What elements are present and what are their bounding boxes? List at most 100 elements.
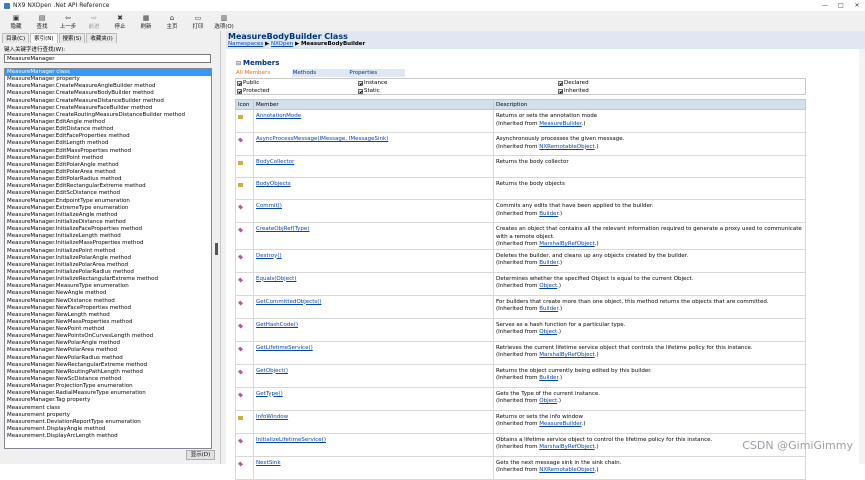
show-button[interactable]: 显示(D)	[186, 450, 215, 460]
member-link[interactable]: CreateObjRef(Type)	[256, 226, 309, 232]
list-item[interactable]: MeasureManager.NewScDistance method	[5, 376, 211, 383]
list-item[interactable]: MeasureManager.NewFaceProperties method	[5, 305, 211, 312]
close-icon[interactable]: ✕	[849, 0, 865, 11]
list-item[interactable]: MeasureManager class	[5, 69, 211, 77]
inherited-from-link[interactable]: MarshalByRefObject	[539, 444, 594, 450]
tab-methods[interactable]: Methods	[291, 69, 349, 77]
inherited-from-link[interactable]: Builder	[539, 211, 558, 217]
list-item[interactable]: MeasureManager.NewAngle method	[5, 290, 211, 297]
list-item[interactable]: MeasureManager.EditPolarAngle method	[5, 162, 211, 169]
list-item[interactable]: MeasureManager.ProjectionType enumeratio…	[5, 383, 211, 390]
checkbox-checked-icon[interactable]	[237, 88, 242, 94]
tab-index[interactable]: 索引(N)	[30, 33, 58, 43]
list-item[interactable]: MeasureManager.NewPoint method	[5, 326, 211, 333]
list-item[interactable]: MeasureManager.EditDistance method	[5, 126, 211, 133]
inherited-from-link[interactable]: Builder	[539, 260, 558, 266]
inherited-from-link[interactable]: Object	[539, 283, 557, 289]
maximize-icon[interactable]: □	[833, 0, 849, 11]
list-item[interactable]: MeasureManager.NewPointsOnCurvesLength m…	[5, 333, 211, 340]
list-item[interactable]: Measurement.DeviationReportType enumerat…	[5, 419, 211, 426]
list-item[interactable]: MeasureManager.CreateRoutingMeasureDista…	[5, 112, 211, 119]
member-link[interactable]: Destroy()	[256, 253, 282, 259]
toolbar-button-0[interactable]: ▣ 隐藏	[3, 12, 29, 31]
list-item[interactable]: MeasureManager.InitializeFaceProperties …	[5, 226, 211, 233]
member-link[interactable]: BodyObjects	[256, 181, 291, 187]
list-item[interactable]: MeasureManager.InitializeLength method	[5, 233, 211, 240]
inherited-from-link[interactable]: Object	[539, 329, 557, 335]
list-item[interactable]: MeasureManager.CreateMeasureFaceBuilder …	[5, 105, 211, 112]
list-item[interactable]: MeasureManager.NewPolarArea method	[5, 347, 211, 354]
list-item[interactable]: Measurement class	[5, 405, 211, 412]
list-item[interactable]: MeasureManager.EditPolarRadius method	[5, 176, 211, 183]
toolbar-button-1[interactable]: ▤ 查找	[29, 12, 55, 31]
toolbar-button-3[interactable]: ⇨ 前进	[81, 12, 107, 31]
index-list[interactable]: MeasureManager class MeasureManager prope…	[4, 68, 212, 449]
toolbar-button-8[interactable]: ▥ 选项(O)	[211, 12, 237, 31]
inherited-from-link[interactable]: MeasureBuilder	[539, 121, 581, 127]
filter-declared[interactable]: Declared	[558, 80, 589, 86]
list-item[interactable]: MeasureManager.InitializeAngle method	[5, 212, 211, 219]
inherited-from-link[interactable]: MeasureBuilder	[539, 421, 581, 427]
tab-all-members[interactable]: All Members	[235, 69, 292, 77]
list-item[interactable]: MeasureManager.InitializePolarRadius met…	[5, 269, 211, 276]
filter-static[interactable]: Static	[358, 88, 380, 94]
toolbar-button-4[interactable]: ✖ 停止	[107, 12, 133, 31]
breadcrumb-nxopen[interactable]: NXOpen	[271, 41, 293, 47]
list-item[interactable]: MeasureManager.EditPoint method	[5, 155, 211, 162]
member-link[interactable]: GetHashCode()	[256, 322, 298, 328]
tab-search[interactable]: 搜索(S)	[58, 33, 86, 43]
inherited-from-link[interactable]: NXRemotableObject	[539, 467, 594, 473]
list-item[interactable]: MeasureManager.NewRectangularExtreme met…	[5, 362, 211, 369]
checkbox-checked-icon[interactable]	[358, 80, 363, 86]
inherited-from-link[interactable]: Builder	[539, 375, 558, 381]
list-item[interactable]: Measurement.DisplayAngle method	[5, 426, 211, 433]
tab-properties[interactable]: Properties	[348, 69, 406, 77]
list-item[interactable]: MeasureManager.InitializeRectangularExtr…	[5, 276, 211, 283]
list-item[interactable]: MeasureManager property	[5, 76, 211, 83]
toolbar-button-7[interactable]: ▭ 打印	[185, 12, 211, 31]
list-item[interactable]: MeasureManager.EditPolarArea method	[5, 169, 211, 176]
breadcrumb-namespaces[interactable]: Namespaces	[228, 41, 263, 47]
member-link[interactable]: InitializeLifetimeService()	[256, 437, 326, 443]
index-scrollbar[interactable]	[213, 68, 220, 449]
content-scrollbar[interactable]	[859, 49, 865, 464]
inherited-from-link[interactable]: MarshalByRefObject	[539, 352, 594, 358]
filter-instance[interactable]: Instance	[358, 80, 387, 86]
list-item[interactable]: MeasureManager.InitializePoint method	[5, 248, 211, 255]
list-item[interactable]: MeasureManager.EditMassProperties method	[5, 148, 211, 155]
list-item[interactable]: MeasureManager.EditLength method	[5, 140, 211, 147]
list-item[interactable]: MeasureManager.MeasureType enumeration	[5, 283, 211, 290]
list-item[interactable]: MeasureManager.EditRectangularExtreme me…	[5, 183, 211, 190]
toolbar-button-2[interactable]: ⇦ 上一步	[55, 12, 81, 31]
scrollbar-thumb[interactable]	[215, 243, 218, 255]
toolbar-button-5[interactable]: ▦ 刷新	[133, 12, 159, 31]
member-link[interactable]: BodyCollector	[256, 159, 294, 165]
member-link[interactable]: GetLifetimeService()	[256, 345, 313, 351]
member-link[interactable]: AnnotationMode	[256, 113, 301, 119]
tab-contents[interactable]: 目录(C)	[2, 33, 30, 43]
member-link[interactable]: AsyncProcessMessage(IMessage, IMessageSi…	[256, 136, 388, 142]
list-item[interactable]: MeasureManager.EditAngle method	[5, 119, 211, 126]
list-item[interactable]: MeasureManager.InitializePolarArea metho…	[5, 262, 211, 269]
list-item[interactable]: MeasureManager.NewLength method	[5, 312, 211, 319]
list-item[interactable]: Measurement.DisplayArcLength method	[5, 433, 211, 440]
member-link[interactable]: GetType()	[256, 391, 283, 397]
inherited-from-link[interactable]: Object	[539, 398, 557, 404]
list-item[interactable]: MeasureManager.InitializeMassProperties …	[5, 240, 211, 247]
members-heading[interactable]: ⊟ Members	[236, 59, 279, 67]
inherited-from-link[interactable]: NXRemotableObject	[539, 144, 594, 150]
list-item[interactable]: MeasureManager.EditScDistance method	[5, 190, 211, 197]
member-link[interactable]: InfoWindow	[256, 414, 288, 420]
minimize-icon[interactable]: —	[817, 0, 833, 11]
filter-protected[interactable]: Protected	[237, 88, 269, 94]
toolbar-button-6[interactable]: ⌂ 主页	[159, 12, 185, 31]
inherited-from-link[interactable]: MarshalByRefObject	[539, 241, 594, 247]
list-item[interactable]: MeasureManager.EditFaceProperties method	[5, 133, 211, 140]
list-item[interactable]: MeasureManager.Tag property	[5, 397, 211, 404]
member-link[interactable]: NextSink	[256, 460, 281, 466]
inherited-from-link[interactable]: Builder	[539, 306, 558, 312]
tab-favorites[interactable]: 收藏夹(I)	[86, 33, 117, 43]
checkbox-checked-icon[interactable]	[358, 88, 363, 94]
list-item[interactable]: MeasureManager.NewMassProperties method	[5, 319, 211, 326]
member-link[interactable]: Equals(Object)	[256, 276, 296, 282]
